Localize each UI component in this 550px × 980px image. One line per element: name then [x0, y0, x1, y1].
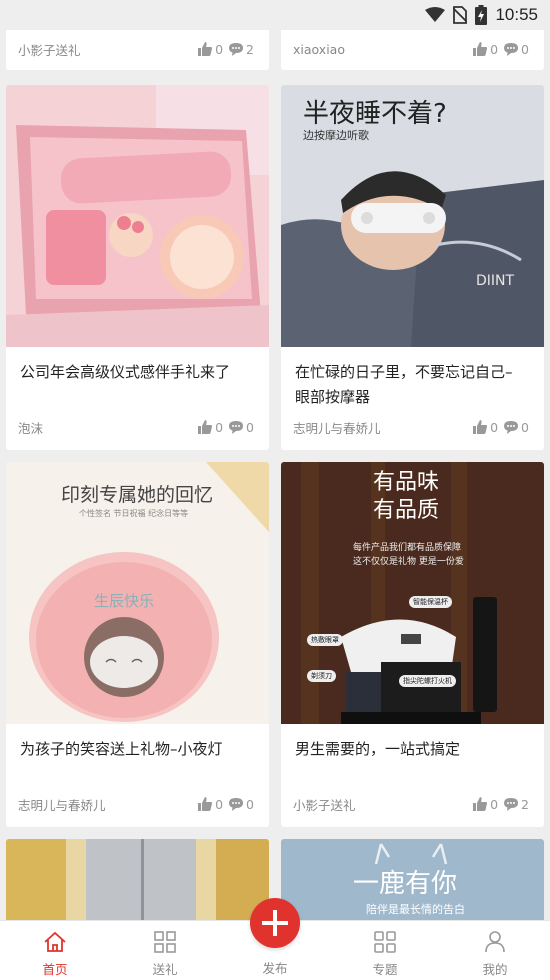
image-subtext: 陪伴是最长情的告白 [366, 903, 465, 916]
like-count: 0 [215, 41, 224, 57]
image-subtext: 这不仅仅是礼物 更是一份爱 [353, 557, 464, 567]
tab-label: 首页 [42, 962, 68, 977]
top-card-left[interactable]: 小影子送礼 0 2 [6, 30, 269, 70]
battery-charging-icon [475, 5, 488, 25]
product-tag: 指尖陀螺打火机 [399, 675, 456, 687]
card-title: 男生需要的，一站式搞定 [295, 740, 461, 758]
image-headline: 有品质 [373, 498, 440, 523]
card-author: 志明儿与春娇儿 [293, 420, 381, 436]
comment-icon[interactable] [504, 42, 519, 56]
post-card[interactable]: DIINT 半夜睡不着? 边按摩边听歌 在忙碌的日子里，不要忘记自己– 眼部按摩… [281, 85, 544, 450]
thumb-up-icon[interactable] [473, 42, 488, 56]
card-title-line: 眼部按摩器 [295, 388, 371, 406]
comment-icon[interactable] [504, 420, 519, 434]
wifi-icon [425, 7, 446, 22]
like-count: 0 [215, 419, 224, 435]
gift-box-image [6, 85, 269, 347]
comment-count: 2 [246, 41, 254, 57]
tab-topics[interactable]: 专题 [345, 921, 425, 980]
plus-icon [262, 910, 288, 936]
tab-label: 送礼 [152, 962, 178, 977]
comment-count: 0 [246, 419, 254, 435]
tab-label: 专题 [372, 962, 398, 977]
top-card-right[interactable]: xiaoxiao 0 0 [281, 30, 544, 70]
comment-count: 2 [521, 796, 529, 812]
card-author: xiaoxiao [293, 41, 345, 57]
feed[interactable]: 小影子送礼 0 2 xiaoxiao 0 0 公司年会高级仪式感伴手礼来了 泡沫… [0, 30, 550, 920]
card-author: 小影子送礼 [18, 42, 81, 58]
thumb-up-icon[interactable] [473, 797, 488, 811]
image-subtext: 每件产品我们都有品质保障 [353, 543, 462, 553]
thumb-up-icon[interactable] [198, 420, 213, 434]
post-card[interactable]: 一鹿有你 陪伴是最长情的告白 [281, 839, 544, 920]
post-card[interactable]: 印刻专属她的回忆 个性签名 节日祝福 纪念日等等 生辰快乐 为孩子的笑容送上礼物… [6, 462, 269, 827]
thumb-up-icon[interactable] [473, 420, 488, 434]
card-stats: 0 0 [198, 797, 257, 812]
image-headline: 一鹿有你 [353, 869, 458, 899]
card-stats: 0 0 [473, 42, 532, 57]
card-stats: 0 2 [198, 42, 257, 57]
image-headline: 印刻专属她的回忆 [61, 484, 214, 506]
tab-label: 我的 [482, 962, 508, 977]
card-author: 泡沫 [18, 420, 44, 436]
comment-icon[interactable] [504, 797, 519, 811]
comment-count: 0 [521, 41, 529, 57]
card-title: 为孩子的笑容送上礼物–小夜灯 [20, 740, 223, 758]
comment-icon[interactable] [229, 797, 244, 811]
card-meta: xiaoxiao 0 0 [293, 40, 532, 58]
tab-mine[interactable]: 我的 [455, 921, 535, 980]
thumb-up-icon[interactable] [198, 42, 213, 56]
comment-icon[interactable] [229, 42, 244, 56]
card-title: 公司年会高级仪式感伴手礼来了 [20, 363, 231, 381]
grid-icon [374, 931, 396, 953]
card-author: 小影子送礼 [293, 797, 356, 813]
like-count: 0 [490, 41, 499, 57]
product-tag: 剃须刀 [307, 670, 336, 682]
grid-icon [154, 931, 176, 953]
comment-icon[interactable] [229, 420, 244, 434]
card-author: 志明儿与春娇儿 [18, 797, 106, 813]
tab-home[interactable]: 首页 [15, 921, 95, 980]
image-subtext: 个性签名 节日祝福 纪念日等等 [79, 509, 189, 518]
user-icon [485, 931, 505, 953]
post-card[interactable]: 公司年会高级仪式感伴手礼来了 泡沫 0 0 [6, 85, 269, 450]
like-count: 0 [490, 796, 499, 812]
comment-count: 0 [521, 419, 529, 435]
card-meta: 小影子送礼 0 2 [293, 795, 532, 813]
comment-count: 0 [246, 796, 254, 812]
card-stats: 0 0 [473, 420, 532, 435]
card-meta: 志明儿与春娇儿 0 0 [293, 418, 532, 436]
card-title-line: 在忙碌的日子里，不要忘记自己– [295, 363, 513, 381]
post-card[interactable]: 有品味 有品质 每件产品我们都有品质保障 这不仅仅是礼物 更是一份爱 智能保温杯… [281, 462, 544, 827]
tab-gift[interactable]: 送礼 [125, 921, 205, 980]
publish-button[interactable] [250, 898, 300, 948]
card-title: 在忙碌的日子里，不要忘记自己– 眼部按摩器 [295, 360, 532, 410]
svg-text:DIINT: DIINT [476, 273, 515, 289]
home-icon [44, 931, 66, 952]
like-count: 0 [490, 419, 499, 435]
publish-label: 发布 [262, 961, 288, 976]
status-icons: 10:55 [425, 5, 538, 25]
thumb-up-icon[interactable] [198, 797, 213, 811]
like-count: 0 [215, 796, 224, 812]
product-tag: 智能保温杯 [409, 596, 452, 608]
fridge-image [6, 839, 269, 920]
card-stats: 0 0 [198, 420, 257, 435]
image-subtext: 边按摩边听歌 [303, 129, 369, 142]
image-headline: 半夜睡不着? [303, 99, 447, 129]
status-time: 10:55 [495, 5, 538, 24]
product-tag: 热敷眼罩 [307, 634, 343, 646]
card-stats: 0 2 [473, 797, 532, 812]
card-meta: 志明儿与春娇儿 0 0 [18, 795, 257, 813]
card-meta: 泡沫 0 0 [18, 418, 257, 436]
status-bar: 10:55 [0, 0, 550, 30]
lamp-text: 生辰快乐 [94, 592, 155, 610]
no-sim-icon [453, 6, 468, 24]
card-meta: 小影子送礼 0 2 [18, 40, 257, 58]
post-card[interactable] [6, 839, 269, 920]
